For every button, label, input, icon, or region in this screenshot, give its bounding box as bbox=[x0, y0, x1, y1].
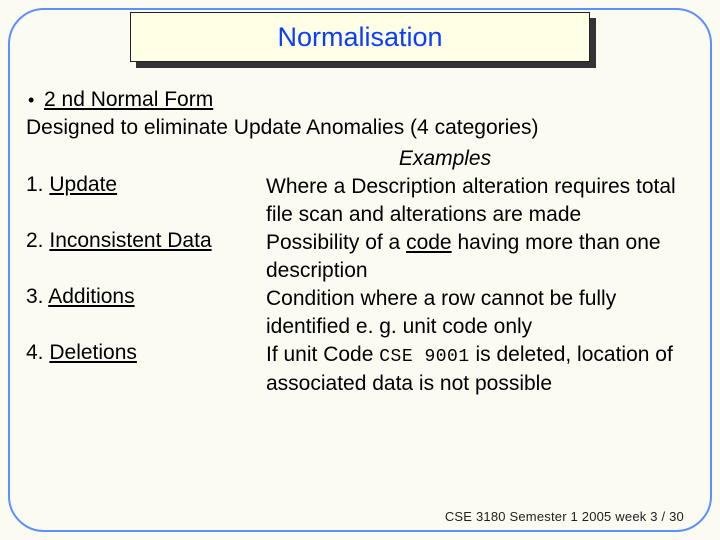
bullet-dot: • bbox=[26, 88, 44, 112]
row-4-desc: If unit Code CSE 9001 is deleted, locati… bbox=[266, 341, 694, 398]
slide-title: Normalisation bbox=[277, 22, 442, 53]
row-1-label: 1. Update bbox=[26, 173, 262, 229]
slide-footer: CSE 3180 Semester 1 2005 week 3 / 30 bbox=[445, 509, 684, 524]
row-2-desc-pre: Possibility of a bbox=[266, 231, 406, 254]
title-box: Normalisation bbox=[130, 12, 590, 62]
row-2-desc-ul: code bbox=[406, 231, 452, 254]
title-container: Normalisation bbox=[130, 12, 590, 62]
row-4-code: CSE 9001 bbox=[379, 347, 469, 367]
row-4-name: Deletions bbox=[49, 341, 137, 364]
row-3-desc: Condition where a row cannot be fully id… bbox=[266, 285, 694, 341]
examples-heading: Examples bbox=[196, 145, 694, 173]
row-1-name: Update bbox=[49, 173, 117, 196]
bullet-line: • 2 nd Normal Form bbox=[26, 86, 694, 114]
row-4-desc-pre: If unit Code bbox=[266, 343, 379, 366]
row-3-name: Additions bbox=[48, 285, 134, 308]
row-1-num: 1. bbox=[26, 173, 44, 196]
row-2-name: Inconsistent Data bbox=[49, 229, 211, 252]
categories-table: 1. Update Where a Description alteration… bbox=[26, 173, 694, 397]
row-1-desc: Where a Description alteration requires … bbox=[266, 173, 694, 229]
slide-body: • 2 nd Normal Form Designed to eliminate… bbox=[26, 86, 694, 397]
row-4-num: 4. bbox=[26, 341, 44, 364]
row-4-label: 4. Deletions bbox=[26, 341, 262, 398]
bullet-text: 2 nd Normal Form bbox=[44, 86, 213, 114]
row-3-num: 3. bbox=[26, 285, 44, 308]
row-2-desc: Possibility of a code having more than o… bbox=[266, 229, 694, 285]
row-2-num: 2. bbox=[26, 229, 44, 252]
intro-line: Designed to eliminate Update Anomalies (… bbox=[26, 114, 694, 142]
row-3-label: 3. Additions bbox=[26, 285, 262, 341]
row-2-label: 2. Inconsistent Data bbox=[26, 229, 262, 285]
